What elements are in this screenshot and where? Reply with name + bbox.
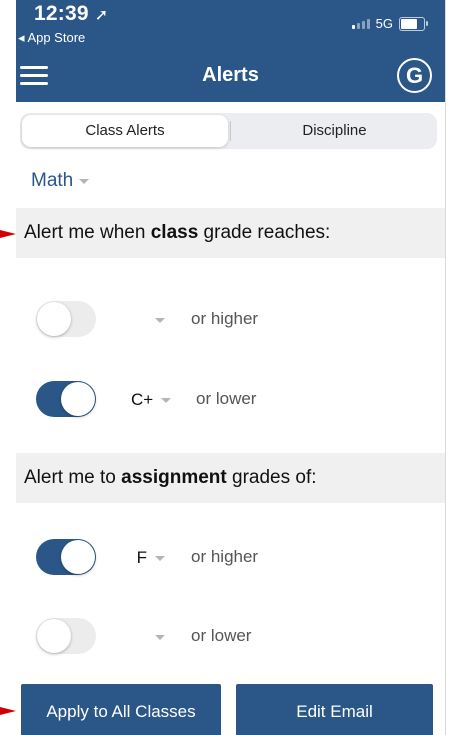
status-indicators: 5G	[351, 16, 428, 31]
back-triangle-icon: ◂	[18, 30, 25, 45]
assignment-higher-threshold: or higher	[191, 547, 259, 566]
assignment-lower-threshold: or lower	[191, 626, 252, 645]
segment-divider	[230, 121, 231, 141]
assignment-alert-heading: Alert me to assignment grades of:	[16, 453, 445, 503]
signal-icon	[351, 18, 370, 29]
class-lower-grade-select[interactable]: C+	[131, 389, 181, 411]
battery-icon	[399, 16, 428, 31]
tab-class-alerts[interactable]: Class Alerts	[22, 115, 228, 147]
tab-discipline[interactable]: Discipline	[232, 113, 437, 149]
class-alert-heading: Alert me when class grade reaches:	[16, 208, 445, 258]
assignment-higher-toggle[interactable]	[36, 539, 96, 575]
class-picker-value: Math	[31, 170, 74, 191]
assignment-alert-row-lower: or lower	[16, 614, 445, 664]
network-label: 5G	[375, 16, 393, 31]
page-title: Alerts	[202, 64, 259, 86]
assignment-alert-row-higher: F or higher	[16, 535, 445, 585]
assignment-lower-grade-select[interactable]	[131, 626, 181, 648]
chevron-down-icon	[161, 397, 172, 403]
alert-type-segmented-control: Class Alerts Discipline	[20, 113, 437, 149]
avatar[interactable]: G	[397, 58, 432, 93]
chevron-down-icon	[155, 634, 165, 640]
location-arrow-icon: ➚	[94, 7, 109, 24]
annotation-arrow-class-alert	[0, 230, 16, 238]
edit-email-button[interactable]: Edit Email	[236, 684, 433, 735]
assignment-lower-toggle[interactable]	[36, 618, 96, 654]
annotation-arrow-apply	[0, 707, 16, 715]
back-to-app-store[interactable]: ◂ App Store	[18, 30, 85, 46]
alerts-screen: 12:39 ➚ ◂ App Store 5G Alerts G Class Al…	[16, 0, 446, 735]
class-lower-threshold: or lower	[196, 389, 257, 408]
assignment-higher-grade-select[interactable]: F	[131, 547, 181, 569]
class-higher-toggle[interactable]	[36, 301, 96, 337]
class-alert-row-lower: C+ or lower	[16, 377, 445, 427]
status-time: 12:39 ➚	[34, 2, 109, 25]
class-higher-threshold: or higher	[191, 309, 259, 328]
class-lower-toggle[interactable]	[36, 381, 96, 417]
class-alert-row-higher: or higher	[16, 297, 445, 347]
class-picker[interactable]: Math	[31, 170, 90, 192]
apply-to-all-classes-button[interactable]: Apply to All Classes	[21, 684, 221, 735]
class-higher-grade-select[interactable]	[131, 309, 181, 331]
chevron-down-icon	[79, 178, 90, 184]
app-header: 12:39 ➚ ◂ App Store 5G Alerts G	[16, 0, 445, 102]
chevron-down-icon	[155, 555, 165, 561]
chevron-down-icon	[155, 317, 165, 323]
